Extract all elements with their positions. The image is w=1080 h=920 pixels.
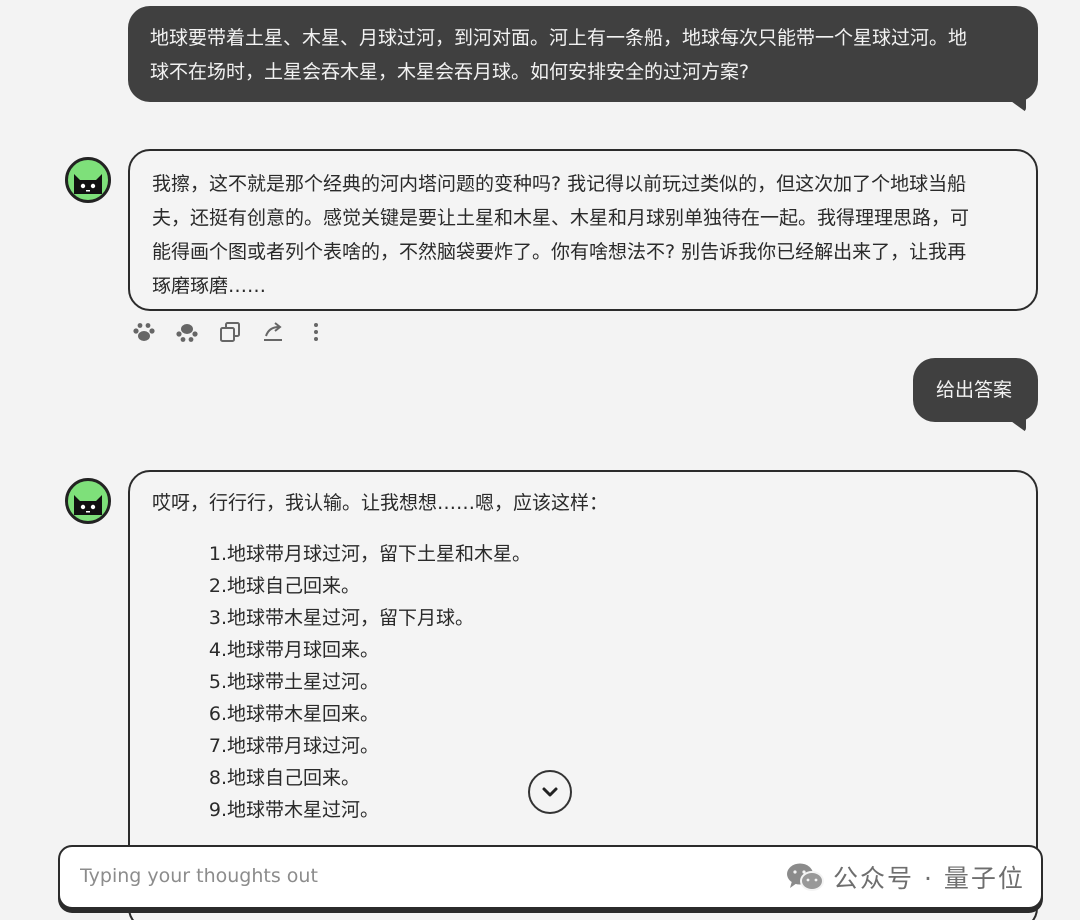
- wechat-icon: [787, 863, 824, 891]
- list-item: 4. 地球带月球回来。: [152, 634, 1014, 666]
- list-item: 7. 地球带月球过河。: [152, 730, 1014, 762]
- step-text: 地球自己回来。: [227, 767, 361, 789]
- user-message: 给出答案: [913, 358, 1038, 422]
- step-number: 7.: [208, 735, 227, 757]
- copy-icon[interactable]: [216, 318, 244, 346]
- cat-icon: [74, 174, 102, 194]
- message-line: 球不在场时，土星会吞木星，木星会吞月球。如何安排安全的过河方案?: [150, 61, 750, 83]
- step-number: 4.: [208, 639, 227, 661]
- step-text: 地球带木星过河，留下月球。: [227, 607, 475, 629]
- step-text: 地球带月球过河，留下土星和木星。: [227, 543, 532, 565]
- paw-outline-icon[interactable]: [173, 318, 201, 346]
- step-number: 8.: [208, 767, 227, 789]
- list-item: 2. 地球自己回来。: [152, 570, 1014, 602]
- step-number: 3.: [208, 607, 227, 629]
- list-item: 9. 地球带木星过河。: [152, 794, 1014, 826]
- message-line: 夫，还挺有创意的。感觉关键是要让土星和木星、木星和月球别单独待在一起。我得理理思…: [152, 207, 970, 229]
- scroll-down-button[interactable]: [528, 770, 572, 814]
- chevron-down-icon: [542, 787, 558, 797]
- step-text: 地球带月球过河。: [227, 735, 380, 757]
- message-line: 地球要带着土星、木星、月球过河，到河对面。河上有一条船，地球每次只能带一个星球过…: [150, 27, 968, 49]
- list-item: 8. 地球自己回来。: [152, 762, 1014, 794]
- step-number: 1.: [208, 543, 227, 565]
- paw-icon[interactable]: [130, 318, 158, 346]
- step-text: 地球带土星过河。: [227, 671, 380, 693]
- share-icon[interactable]: [259, 318, 287, 346]
- step-number: 9.: [208, 799, 227, 821]
- chat-page: 地球要带着土星、木星、月球过河，到河对面。河上有一条船，地球每次只能带一个星球过…: [0, 0, 1080, 920]
- bot-avatar: [65, 478, 111, 524]
- message-actions: [130, 318, 345, 346]
- list-item: 6. 地球带木星回来。: [152, 698, 1014, 730]
- watermark-text: 公众号 · 量子位: [833, 864, 1025, 893]
- message-line: 我擦，这不就是那个经典的河内塔问题的变种吗? 我记得以前玩过类似的，但这次加了个…: [152, 173, 967, 195]
- message-intro: 哎呀，行行行，我认输。让我想想……嗯，应该这样：: [152, 492, 609, 514]
- more-icon[interactable]: [302, 318, 330, 346]
- cat-icon: [74, 495, 102, 515]
- list-item: 3. 地球带木星过河，留下月球。: [152, 602, 1014, 634]
- step-text: 地球带月球回来。: [227, 639, 380, 661]
- list-item: 5. 地球带土星过河。: [152, 666, 1014, 698]
- step-number: 6.: [208, 703, 227, 725]
- user-message: 地球要带着土星、木星、月球过河，到河对面。河上有一条船，地球每次只能带一个星球过…: [128, 6, 1038, 102]
- step-text: 地球带木星过河。: [227, 799, 380, 821]
- watermark: 公众号 · 量子位: [785, 855, 1025, 899]
- step-number: 2.: [208, 575, 227, 597]
- message-line: 能得画个图或者列个表啥的，不然脑袋要炸了。你有啥想法不? 别告诉我你已经解出来了…: [152, 241, 967, 263]
- step-text: 地球带木星回来。: [227, 703, 380, 725]
- bot-avatar: [65, 157, 111, 203]
- list-item: 1. 地球带月球过河，留下土星和木星。: [152, 538, 1014, 570]
- solution-steps: 1. 地球带月球过河，留下土星和木星。 2. 地球自己回来。 3. 地球带木星过河，留…: [152, 538, 1014, 826]
- step-number: 5.: [208, 671, 227, 693]
- message-line: 给出答案: [936, 379, 1013, 401]
- message-input[interactable]: [60, 847, 800, 905]
- assistant-message: 我擦，这不就是那个经典的河内塔问题的变种吗? 我记得以前玩过类似的，但这次加了个…: [128, 149, 1038, 311]
- message-line: 琢磨琢磨……: [152, 275, 267, 297]
- step-text: 地球自己回来。: [227, 575, 361, 597]
